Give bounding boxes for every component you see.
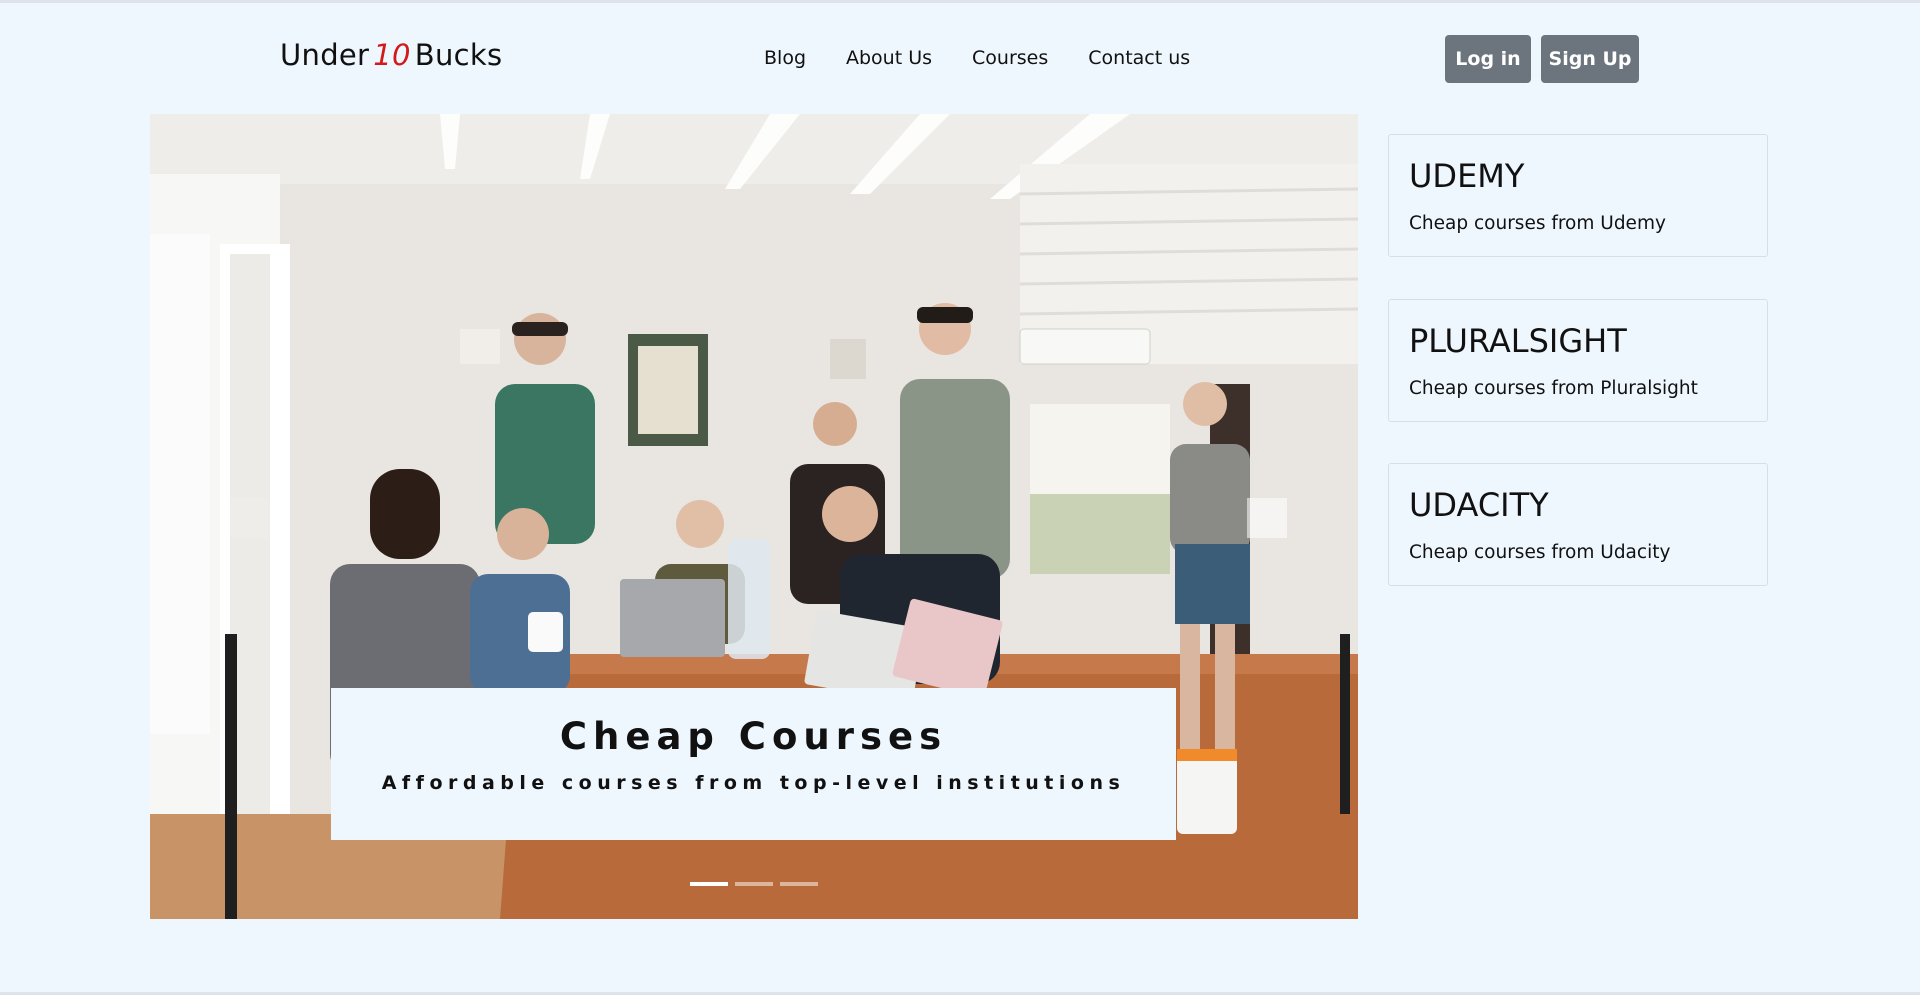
card-pluralsight[interactable]: PLURALSIGHT Cheap courses from Pluralsig…: [1388, 299, 1768, 422]
carousel-indicator-1[interactable]: [690, 882, 728, 886]
top-border: [0, 0, 1920, 3]
nav-link-blog[interactable]: Blog: [764, 47, 806, 69]
carousel-prev-control[interactable]: [228, 498, 268, 538]
brand-prefix: Under: [280, 38, 370, 72]
main-nav: Blog About Us Courses Contact us: [764, 47, 1230, 69]
card-udacity[interactable]: UDACITY Cheap courses from Udacity: [1388, 463, 1768, 586]
card-udemy[interactable]: UDEMY Cheap courses from Udemy: [1388, 134, 1768, 257]
hero-carousel: Cheap Courses Affordable courses from to…: [150, 114, 1358, 919]
brand-logo[interactable]: Under 10 Bucks: [280, 38, 502, 72]
card-title: UDACITY: [1409, 486, 1549, 524]
hero-caption: Cheap Courses Affordable courses from to…: [331, 688, 1176, 840]
hero-caption-subtitle: Affordable courses from top-level instit…: [381, 772, 1126, 794]
brand-suffix: Bucks: [414, 38, 503, 72]
hero-caption-title: Cheap Courses: [559, 715, 948, 758]
nav-link-about-us[interactable]: About Us: [846, 47, 932, 69]
card-text: Cheap courses from Udacity: [1409, 542, 1671, 563]
signup-button[interactable]: Sign Up: [1541, 35, 1639, 83]
carousel-indicator-2[interactable]: [735, 882, 773, 886]
carousel-indicators: [690, 882, 818, 886]
carousel-next-control[interactable]: [1247, 498, 1287, 538]
carousel-indicator-3[interactable]: [780, 882, 818, 886]
brand-number: 10: [373, 38, 411, 72]
card-text: Cheap courses from Udemy: [1409, 213, 1666, 234]
card-title: PLURALSIGHT: [1409, 322, 1627, 360]
card-title: UDEMY: [1409, 157, 1525, 195]
card-text: Cheap courses from Pluralsight: [1409, 378, 1698, 399]
nav-link-contact-us[interactable]: Contact us: [1088, 47, 1190, 69]
login-button[interactable]: Log in: [1445, 35, 1531, 83]
nav-link-courses[interactable]: Courses: [972, 47, 1048, 69]
